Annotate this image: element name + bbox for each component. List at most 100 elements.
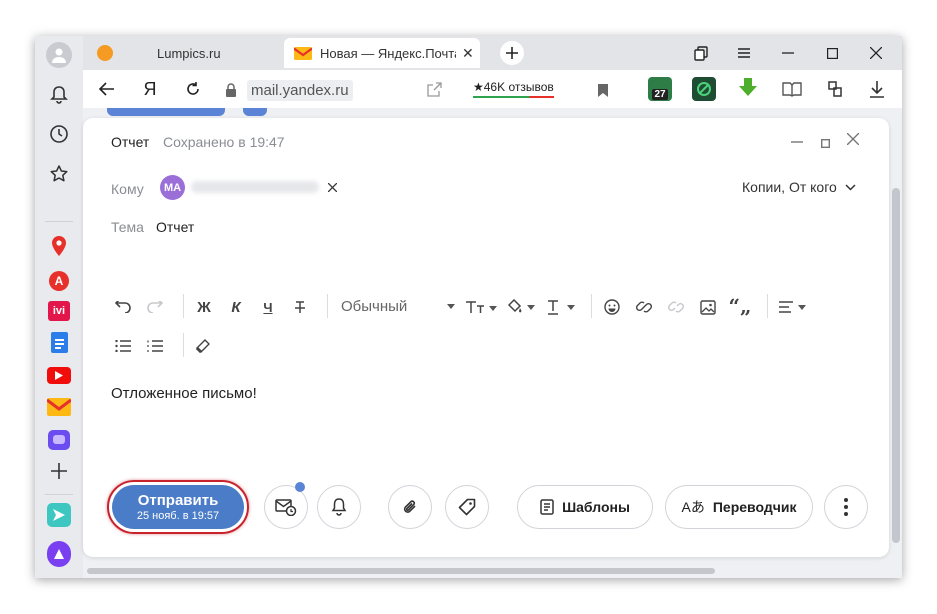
ivi-app-icon[interactable]: ivi <box>47 299 71 323</box>
chevron-down-icon <box>845 183 856 191</box>
close-tab-icon[interactable]: ✕ <box>462 45 474 62</box>
compose-window: Отчет Сохранено в 19:47 Кому MA Копии, О… <box>83 118 889 557</box>
profile-avatar-icon[interactable] <box>46 42 72 68</box>
url-text: mail.yandex.ru <box>247 79 353 101</box>
messenger-app-icon[interactable] <box>47 428 71 452</box>
reviews-count: ★46K отзывов <box>473 80 554 94</box>
cc-toggle[interactable]: Копии, От кого <box>742 179 856 195</box>
bullet-list-icon[interactable] <box>113 336 133 356</box>
close-compose-icon[interactable] <box>845 131 861 147</box>
translator-label: Переводчик <box>712 499 797 515</box>
compose-title: Отчет <box>111 134 150 150</box>
send-app-icon[interactable] <box>47 503 71 527</box>
subject-label: Тема <box>111 219 144 235</box>
favorites-star-icon[interactable] <box>47 162 71 186</box>
menu-icon[interactable] <box>735 44 753 62</box>
download-icon[interactable] <box>867 79 887 99</box>
reload-icon[interactable] <box>183 79 203 99</box>
notifications-bell-icon[interactable] <box>47 83 71 107</box>
paperclip-icon <box>403 500 416 513</box>
expand-compose-icon[interactable] <box>817 135 833 151</box>
to-label: Кому <box>111 181 144 197</box>
back-icon[interactable] <box>97 79 117 99</box>
share-icon[interactable] <box>425 80 443 98</box>
format-select[interactable]: Обычный <box>341 298 457 315</box>
reviews-badge[interactable]: ★46K отзывов <box>463 76 564 102</box>
yandex-logo[interactable]: Я <box>140 78 160 100</box>
text-style-icon[interactable] <box>546 297 578 317</box>
format-select-value: Обычный <box>341 298 408 315</box>
delay-active-dot <box>295 482 305 492</box>
italic-icon[interactable]: К <box>225 297 247 317</box>
underline-icon[interactable]: Ч <box>257 297 279 317</box>
lock-icon <box>226 83 236 97</box>
link-icon[interactable] <box>633 297 655 317</box>
translator-button[interactable]: Aあ Переводчик <box>665 485 813 529</box>
delay-mail-icon <box>275 499 297 516</box>
collections-icon[interactable] <box>824 78 846 100</box>
message-body[interactable]: Отложенное письмо! <box>111 385 257 402</box>
tag-icon <box>458 498 476 516</box>
close-window-icon[interactable] <box>867 44 885 62</box>
browser-sidebar: A ivi <box>35 36 83 578</box>
tabs-manager-icon[interactable] <box>692 44 710 62</box>
tab-lumpics[interactable]: Lumpics.ru <box>91 38 281 68</box>
bookmark-icon[interactable] <box>595 81 611 99</box>
lumpics-favicon-icon <box>97 45 113 61</box>
reminder-button[interactable] <box>317 485 361 529</box>
bold-icon[interactable]: Ж <box>193 297 215 317</box>
emoji-icon[interactable] <box>601 297 623 317</box>
minimize-compose-icon[interactable] <box>789 134 805 150</box>
templates-label: Шаблоны <box>562 499 630 515</box>
more-icon <box>844 498 848 516</box>
maps-pin-icon[interactable] <box>47 234 71 258</box>
browser-window: A ivi Lumpics.ru Новая — Яндекс.Почта ✕ … <box>35 36 902 578</box>
vertical-scrollbar[interactable] <box>892 188 900 543</box>
text-color-icon[interactable] <box>506 297 538 317</box>
label-button[interactable] <box>445 485 489 529</box>
undo-icon[interactable] <box>113 297 133 317</box>
horizontal-scrollbar[interactable] <box>87 568 715 574</box>
templates-button[interactable]: Шаблоны <box>517 485 653 529</box>
mail-favicon-icon <box>294 46 312 60</box>
send-button[interactable]: Отправить 25 нояб. в 19:57 <box>112 485 244 529</box>
recipient-email-blurred <box>191 181 319 193</box>
add-app-icon[interactable] <box>47 459 71 483</box>
quote-icon[interactable]: “„ <box>727 294 753 318</box>
more-options-button[interactable] <box>824 485 868 529</box>
tab-strip: Lumpics.ru Новая — Яндекс.Почта ✕ <box>83 36 902 70</box>
maximize-window-icon[interactable] <box>823 44 841 62</box>
minimize-window-icon[interactable] <box>779 44 797 62</box>
bell-icon <box>331 498 347 516</box>
extension-download-icon[interactable] <box>736 76 760 100</box>
remove-recipient-icon[interactable] <box>325 180 339 194</box>
strike-icon[interactable] <box>289 297 311 317</box>
mail-app-icon[interactable] <box>47 395 71 419</box>
subject-input[interactable]: Отчет <box>156 219 194 235</box>
eraser-icon[interactable] <box>193 336 213 356</box>
docs-app-icon[interactable] <box>47 330 71 354</box>
alice-assistant-icon[interactable] <box>47 541 71 567</box>
extension-circle-icon[interactable] <box>692 77 716 101</box>
tab-title: Lumpics.ru <box>157 45 221 61</box>
translate-icon: Aあ <box>681 499 705 515</box>
youtube-icon[interactable] <box>47 363 71 387</box>
address-field[interactable]: mail.yandex.ru <box>225 78 405 102</box>
saved-status: Сохранено в 19:47 <box>163 134 285 150</box>
font-size-icon[interactable] <box>464 297 498 317</box>
translate-app-icon[interactable]: A <box>47 269 71 293</box>
tab-yandex-mail[interactable]: Новая — Яндекс.Почта ✕ <box>284 38 480 68</box>
tab-title: Новая — Яндекс.Почта <box>320 45 456 61</box>
send-schedule: 25 нояб. в 19:57 <box>136 510 220 522</box>
reader-mode-icon[interactable] <box>780 78 804 100</box>
recipient-avatar: MA <box>160 175 185 200</box>
extension-calendar-icon[interactable]: 27 <box>648 77 672 101</box>
format-dropdown-icon <box>447 304 455 309</box>
attach-button[interactable] <box>388 485 432 529</box>
align-icon[interactable] <box>777 297 809 317</box>
new-tab-icon[interactable] <box>500 41 524 65</box>
numbered-list-icon[interactable] <box>145 336 165 356</box>
image-icon[interactable] <box>697 297 719 317</box>
address-bar-row: Я mail.yandex.ru ★46K отзывов 27 <box>83 70 902 108</box>
history-clock-icon[interactable] <box>47 122 71 146</box>
